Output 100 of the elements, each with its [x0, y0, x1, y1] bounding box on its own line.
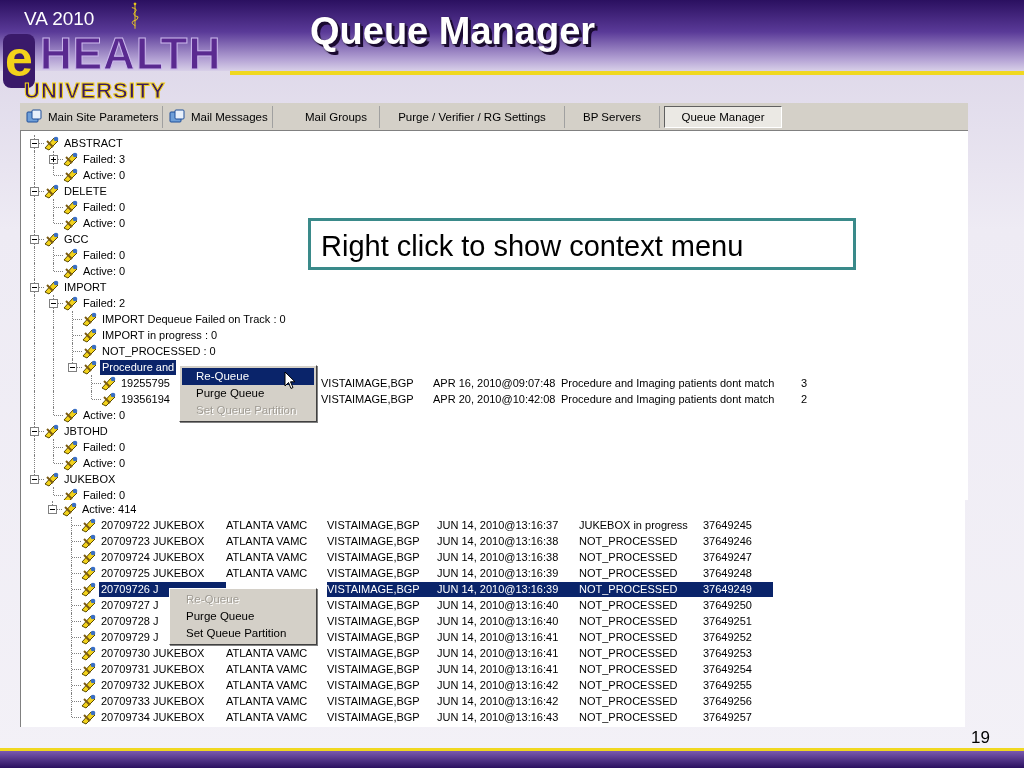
table-cell: JUN 14, 2010@13:16:42	[437, 678, 559, 691]
tree-item[interactable]: Active: 0	[81, 167, 128, 183]
tree-item[interactable]: 20709732 JUKEBOX	[99, 677, 226, 693]
tab[interactable]: BP Servers	[565, 105, 660, 128]
tree-item[interactable]: 20709723 JUKEBOX	[99, 533, 226, 549]
node-icon	[63, 247, 79, 263]
node-icon	[81, 693, 97, 709]
table-cell: VISTAIMAGE,BGP	[327, 630, 420, 643]
node-icon	[62, 501, 78, 517]
tree-item[interactable]: 19255795	[119, 375, 172, 391]
tree-item[interactable]: 20709722 JUKEBOX	[99, 517, 226, 533]
node-icon	[63, 455, 79, 471]
table-cell: Procedure and Imaging patients dont match	[561, 392, 775, 405]
table-cell: ATLANTA VAMC	[226, 646, 308, 659]
table-cell: VISTAIMAGE,BGP	[327, 662, 420, 675]
tab[interactable]: Queue Manager	[664, 105, 782, 128]
tree-item[interactable]: 20709733 JUKEBOX	[99, 693, 226, 709]
tree-item[interactable]: 20709731 JUKEBOX	[99, 661, 226, 677]
table-cell: VISTAIMAGE,BGP	[321, 376, 414, 389]
tree-item[interactable]: 20709724 JUKEBOX	[99, 549, 226, 565]
tree-item[interactable]: GCC	[62, 231, 91, 247]
table-cell: JUN 14, 2010@13:16:43	[437, 710, 559, 723]
tree-item[interactable]: Failed: 0	[81, 199, 128, 215]
collapse-toggle[interactable]	[68, 363, 77, 372]
tree-item[interactable]: Failed: 3	[81, 151, 128, 167]
node-icon	[63, 167, 79, 183]
table-cell: VISTAIMAGE,BGP	[327, 710, 420, 723]
callout-text: Right click to show context menu	[308, 218, 856, 270]
node-icon	[81, 533, 97, 549]
table-cell: NOT_PROCESSED	[579, 566, 678, 579]
table-cell: NOT_PROCESSED	[579, 694, 678, 707]
tree-item[interactable]: 20709734 JUKEBOX	[99, 709, 226, 725]
table-cell: JUN 14, 2010@13:16:37	[437, 518, 559, 531]
node-icon	[81, 661, 97, 677]
table-cell: 37649256	[703, 694, 752, 707]
tab[interactable]: Mail Groups	[273, 105, 380, 128]
table-cell: JUKEBOX in progress	[579, 518, 688, 531]
tree-item[interactable]: JBTOHD	[62, 423, 110, 439]
tree-item[interactable]: Failed: 2	[81, 295, 128, 311]
node-icon	[63, 151, 79, 167]
collapse-toggle[interactable]	[48, 505, 57, 514]
table-cell: ATLANTA VAMC	[226, 678, 308, 691]
tree-item[interactable]: IMPORT in progress : 0	[100, 327, 220, 343]
node-icon	[101, 375, 117, 391]
tab[interactable]: Purge / Verifier / RG Settings	[380, 105, 565, 128]
table-cell: JUN 14, 2010@13:16:42	[437, 694, 559, 707]
tree-item[interactable]: Active: 0	[81, 455, 128, 471]
node-icon	[81, 709, 97, 725]
tree-item[interactable]: Active: 0	[81, 407, 128, 423]
tree-item[interactable]: Failed: 0	[81, 247, 128, 263]
table-cell: 37649253	[703, 646, 752, 659]
tree-item[interactable]: Active: 0	[81, 263, 128, 279]
tab[interactable]: Main Site Parameters	[20, 105, 163, 128]
table-cell: VISTAIMAGE,BGP	[327, 518, 420, 531]
node-icon	[81, 629, 97, 645]
table-cell: JUN 14, 2010@13:16:40	[437, 614, 559, 627]
tree-item[interactable]: 19356194	[119, 391, 172, 407]
expand-toggle[interactable]	[49, 155, 58, 164]
table-cell: VISTAIMAGE,BGP	[327, 614, 420, 627]
tab[interactable]: Mail Messages	[163, 105, 273, 128]
tree-item[interactable]: Failed: 0	[81, 439, 128, 455]
collapse-toggle[interactable]	[30, 475, 39, 484]
tree-item[interactable]: IMPORT Dequeue Failed on Track : 0	[100, 311, 288, 327]
tree-item[interactable]: ABSTRACT	[62, 135, 125, 151]
table-cell: ATLANTA VAMC	[226, 694, 308, 707]
collapse-toggle[interactable]	[49, 299, 58, 308]
table-cell: VISTAIMAGE,BGP	[327, 678, 420, 691]
tree-item[interactable]: IMPORT	[62, 279, 109, 295]
collapse-toggle[interactable]	[30, 187, 39, 196]
table-cell: 37649246	[703, 534, 752, 547]
tree-item[interactable]: DELETE	[62, 183, 109, 199]
collapse-toggle[interactable]	[30, 283, 39, 292]
table-cell: NOT_PROCESSED	[579, 710, 678, 723]
table-cell: APR 16, 2010@09:07:48	[433, 376, 556, 389]
collapse-toggle[interactable]	[30, 427, 39, 436]
table-cell: ATLANTA VAMC	[226, 534, 308, 547]
menu-item[interactable]: Re-Queue	[182, 368, 314, 385]
menu-item[interactable]: Set Queue Partition	[172, 625, 314, 642]
collapse-toggle[interactable]	[30, 139, 39, 148]
table-cell: JUN 14, 2010@13:16:40	[437, 598, 559, 611]
menu-item[interactable]: Purge Queue	[172, 608, 314, 625]
table-cell: Procedure and Imaging patients dont match	[561, 376, 775, 389]
tree-item[interactable]: 20709730 JUKEBOX	[99, 645, 226, 661]
tree-item[interactable]: Active: 0	[81, 215, 128, 231]
menu-item[interactable]: Purge Queue	[182, 385, 314, 402]
tree-item[interactable]: Procedure and	[100, 359, 177, 375]
node-icon	[81, 597, 97, 613]
node-icon	[81, 677, 97, 693]
tree-item[interactable]: Active: 414	[80, 501, 139, 517]
tree-item[interactable]: Failed: 0	[81, 487, 128, 503]
table-cell: APR 20, 2010@10:42:08	[433, 392, 556, 405]
tree-item[interactable]: 20709725 JUKEBOX	[99, 565, 226, 581]
tree-item[interactable]: NOT_PROCESSED : 0	[100, 343, 218, 359]
tree-item[interactable]: JUKEBOX	[62, 471, 118, 487]
table-cell: VISTAIMAGE,BGP	[321, 392, 414, 405]
node-icon	[82, 343, 98, 359]
table-cell: 37649249	[703, 582, 752, 595]
collapse-toggle[interactable]	[30, 235, 39, 244]
table-cell: JUN 14, 2010@13:16:39	[437, 566, 559, 579]
table-cell: NOT_PROCESSED	[579, 534, 678, 547]
